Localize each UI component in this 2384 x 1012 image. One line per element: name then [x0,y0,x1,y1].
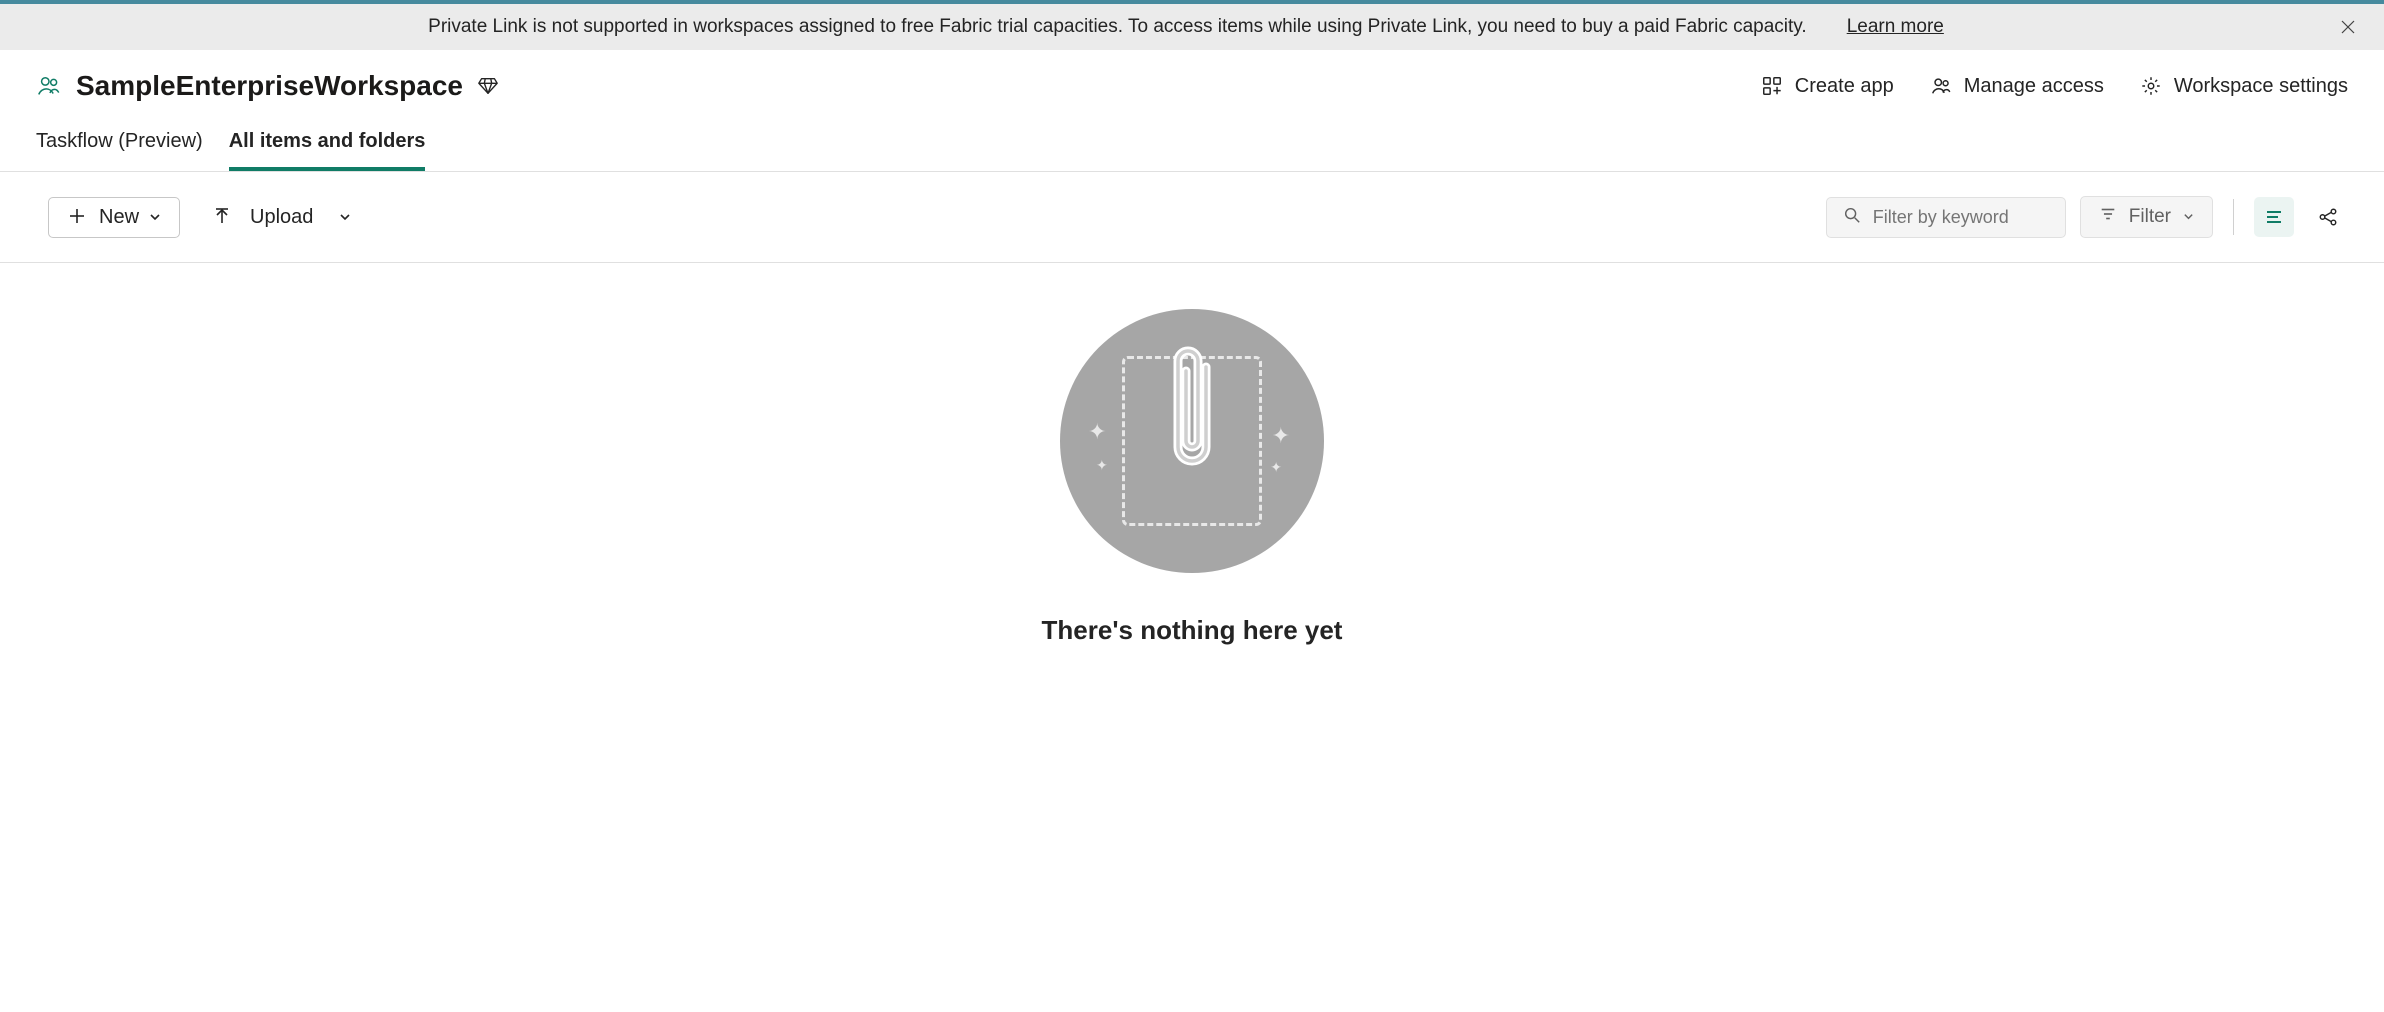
sparkle-icon: ✦ [1270,459,1282,476]
workspace-icon [36,73,62,99]
paperclip-icon [1160,337,1224,487]
learn-more-link[interactable]: Learn more [1847,16,1944,38]
upload-icon [212,206,234,228]
search-icon [1843,206,1861,229]
workspace-header: SampleEnterpriseWorkspace Create app [0,50,2384,110]
tab-taskflow[interactable]: Taskflow (Preview) [36,130,203,171]
diamond-icon [477,75,499,97]
empty-state-title: There's nothing here yet [1042,615,1343,646]
workspace-title: SampleEnterpriseWorkspace [76,70,463,102]
workspace-settings-label: Workspace settings [2174,75,2348,98]
header-actions: Create app Manage access Workspace setti… [1761,75,2348,98]
notification-bar: Private Link is not supported in workspa… [0,4,2384,50]
app-icon [1761,75,1783,97]
dashed-rect [1122,356,1262,526]
filter-keyword-input[interactable] [1826,197,2066,238]
toolbar: New Upload Filter [0,172,2384,263]
filter-icon [2099,205,2117,229]
empty-state-illustration: ✦ ✦ ✦ ✦ [1060,309,1324,573]
close-icon[interactable] [2334,13,2362,41]
sparkle-icon: ✦ [1088,419,1106,445]
workspace-title-group: SampleEnterpriseWorkspace [36,70,499,102]
chevron-down-icon [2183,206,2194,228]
chevron-down-icon [339,206,351,229]
notification-message: Private Link is not supported in workspa… [428,16,1807,38]
new-button-label: New [99,206,139,229]
list-view-toggle[interactable] [2254,197,2294,237]
create-app-button[interactable]: Create app [1761,75,1894,98]
tabs: Taskflow (Preview) All items and folders [0,110,2384,172]
workspace-settings-button[interactable]: Workspace settings [2140,75,2348,98]
manage-access-button[interactable]: Manage access [1930,75,2104,98]
new-button[interactable]: New [48,197,180,238]
divider [2233,199,2234,235]
people-icon [1930,75,1952,97]
sparkle-icon: ✦ [1096,457,1108,474]
manage-access-label: Manage access [1964,75,2104,98]
sparkle-icon: ✦ [1272,423,1290,449]
empty-state: ✦ ✦ ✦ ✦ There's nothing here yet [0,263,2384,646]
upload-button[interactable]: Upload [212,206,351,229]
lineage-view-toggle[interactable] [2308,197,2348,237]
plus-icon [67,206,89,228]
upload-label: Upload [250,206,313,229]
create-app-label: Create app [1795,75,1894,98]
tab-all-items[interactable]: All items and folders [229,130,426,171]
filter-button-label: Filter [2129,206,2171,228]
filter-keyword-field[interactable] [1873,207,2049,228]
toolbar-right: Filter [1826,196,2348,238]
filter-button[interactable]: Filter [2080,196,2213,238]
chevron-down-icon [149,206,161,229]
gear-icon [2140,75,2162,97]
